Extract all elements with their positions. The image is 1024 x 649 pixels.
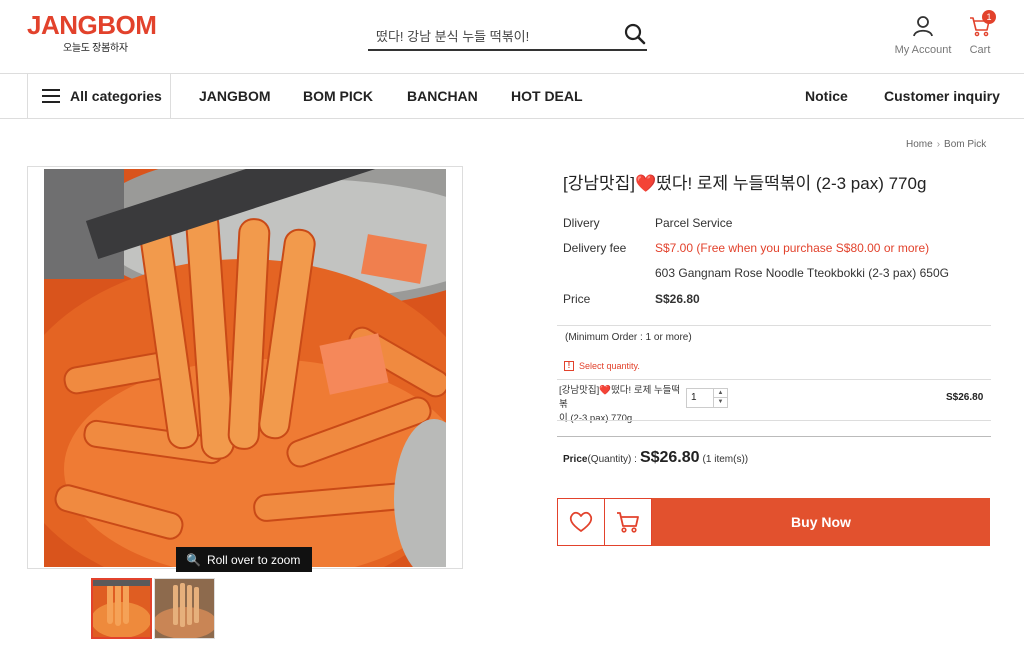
search-input[interactable]: 떴다! 강남 분식 누들 떡볶이! xyxy=(376,26,529,45)
total-price-label: Price xyxy=(563,454,588,465)
product-title-text: 떴다! 로제 누들떡볶이 (2-3 pax) 770g xyxy=(656,174,927,193)
quantity-warning-text: Select quantity. xyxy=(579,361,640,371)
warning-icon: ! xyxy=(564,361,574,371)
cart-icon xyxy=(617,512,639,533)
divider xyxy=(557,379,991,380)
product-image-frame xyxy=(27,166,463,569)
quantity-input[interactable]: 1 xyxy=(691,392,697,403)
breadcrumb: Home › Bom Pick xyxy=(906,139,986,150)
buy-now-button[interactable]: Buy Now xyxy=(652,498,990,546)
product-description: 603 Gangnam Rose Noodle Tteokbokki (2-3 … xyxy=(655,266,949,280)
heart-emoji-icon: ❤️ xyxy=(635,174,657,193)
total-price-value: S$26.80 xyxy=(639,449,700,466)
nav-item-banchan[interactable]: BANCHAN xyxy=(407,88,478,104)
total-items-count: (1 item(s)) xyxy=(702,454,749,465)
product-main-image[interactable] xyxy=(44,169,446,567)
add-to-cart-button[interactable] xyxy=(604,498,652,546)
breadcrumb-bom-pick[interactable]: Bom Pick xyxy=(944,139,986,150)
delivery-fee-label: Delivery fee xyxy=(563,241,627,255)
delivery-fee-value: S$7.00 (Free when you purchase S$80.00 o… xyxy=(655,241,930,255)
heart-icon xyxy=(569,511,593,532)
main-nav: All categories JANGBOM BOM PICK BANCHAN … xyxy=(0,74,1024,119)
nav-item-hot-deal[interactable]: HOT DEAL xyxy=(511,88,583,104)
nav-item-notice[interactable]: Notice xyxy=(805,88,848,104)
chevron-right-icon: › xyxy=(936,139,941,150)
divider xyxy=(557,420,991,421)
magnifier-icon: 🔍 xyxy=(186,552,201,567)
minimum-order-note: (Minimum Order : 1 or more) xyxy=(565,332,692,343)
logo-text: JANGBOM xyxy=(27,10,157,40)
price-value: S$26.80 xyxy=(655,292,700,306)
zoom-hint-label: Roll over to zoom xyxy=(206,552,301,567)
product-title-prefix: [강남맛집] xyxy=(563,174,636,193)
tteokbokki-photo xyxy=(44,169,446,567)
thumbnail-photo xyxy=(155,579,214,638)
quantity-warning: ! Select quantity. xyxy=(564,361,640,371)
zoom-hint: 🔍 Roll over to zoom xyxy=(176,547,312,572)
option-name-line-1: [강남맛집]❤️떴다! 로제 누들떡볶 xyxy=(559,385,681,410)
all-categories-label: All categories xyxy=(70,88,162,104)
search-bar[interactable]: 떴다! 강남 분식 누들 떡볶이! xyxy=(368,20,647,51)
quantity-decrease-button[interactable]: ▼ xyxy=(713,398,727,407)
nav-item-jangbom[interactable]: JANGBOM xyxy=(199,88,271,104)
wishlist-button[interactable] xyxy=(557,498,605,546)
option-name-line-2: 이 (2-3 pax) 770g xyxy=(559,413,633,424)
quantity-stepper[interactable]: 1 ▲ ▼ xyxy=(686,388,728,408)
my-account-button[interactable]: My Account xyxy=(890,14,956,56)
logo-tagline: 오늘도 장봄하자 xyxy=(63,43,128,54)
cart-count-badge: 1 xyxy=(982,10,996,24)
search-icon[interactable] xyxy=(623,22,647,46)
total-price: Price (Quantity) : S$26.80 (1 item(s)) xyxy=(563,449,748,467)
site-header: JANGBOM 오늘도 장봄하자 떴다! 강남 분식 누들 떡볶이! My Ac… xyxy=(0,0,1024,74)
cart-label: Cart xyxy=(969,44,991,56)
thumbnail-1[interactable] xyxy=(91,578,152,639)
total-quantity-label: (Quantity) : xyxy=(587,454,637,465)
quantity-increase-button[interactable]: ▲ xyxy=(713,389,727,398)
option-price: S$26.80 xyxy=(946,392,984,403)
menu-icon xyxy=(42,89,60,103)
cart-button[interactable]: 1 Cart xyxy=(962,10,998,56)
user-icon xyxy=(913,16,933,37)
thumbnail-photo xyxy=(93,580,150,637)
all-categories-button[interactable]: All categories xyxy=(27,74,171,118)
nav-item-bom-pick[interactable]: BOM PICK xyxy=(303,88,373,104)
price-label: Price xyxy=(563,292,591,306)
product-title: [강남맛집]❤️떴다! 로제 누들떡볶이 (2-3 pax) 770g xyxy=(563,169,926,194)
nav-item-customer-inquiry[interactable]: Customer inquiry xyxy=(884,88,1000,104)
delivery-label: Dlivery xyxy=(563,216,600,230)
my-account-label: My Account xyxy=(894,44,952,56)
thumbnail-2[interactable] xyxy=(154,578,215,639)
logo[interactable]: JANGBOM 오늘도 장봄하자 xyxy=(27,10,157,54)
delivery-value: Parcel Service xyxy=(655,216,733,230)
divider xyxy=(557,436,991,437)
breadcrumb-home[interactable]: Home xyxy=(906,139,933,150)
divider xyxy=(557,325,991,326)
